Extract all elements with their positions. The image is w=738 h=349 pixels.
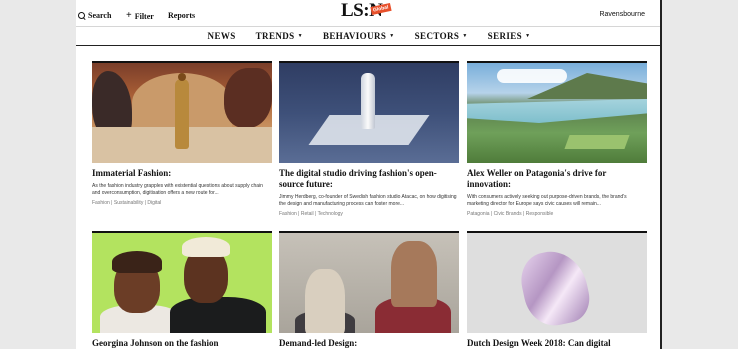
article-tags: Fashion | Sustainability | Digital — [92, 200, 162, 206]
top-bar: Search + Filter Reports LS:N Global Rave… — [76, 0, 662, 28]
nav-item-series[interactable]: SERIES ▼ — [488, 31, 531, 41]
filter-label: Filter — [134, 11, 154, 21]
article-card[interactable]: Georgina Johnson on the fashion — [92, 231, 272, 349]
nav-item-trends[interactable]: TRENDS ▼ — [256, 31, 303, 41]
reports-link[interactable]: Reports — [168, 11, 195, 20]
chevron-down-icon: ▼ — [389, 33, 395, 39]
plus-icon: + — [126, 10, 132, 21]
nav-item-behaviours[interactable]: BEHAVIOURS ▼ — [323, 31, 395, 41]
article-tags: Patagonia | Civic Brands | Responsible — [467, 211, 554, 217]
article-card[interactable]: The digital studio driving fashion's ope… — [279, 61, 459, 217]
reports-label: Reports — [168, 11, 196, 20]
article-image[interactable] — [467, 231, 647, 333]
article-image[interactable] — [279, 61, 459, 163]
article-title[interactable]: Immaterial Fashion: — [92, 168, 272, 179]
article-title[interactable]: Georgina Johnson on the fashion — [92, 338, 272, 349]
search-icon — [78, 12, 85, 19]
article-card[interactable]: Alex Weller on Patagonia's drive for inn… — [467, 61, 647, 217]
search-label: Search — [88, 11, 112, 20]
article-image[interactable] — [92, 61, 272, 163]
nav-item-news[interactable]: NEWS — [208, 31, 236, 41]
article-image[interactable] — [92, 231, 272, 333]
article-card[interactable]: Demand-led Design: — [279, 231, 459, 349]
article-card[interactable]: Immaterial Fashion: As the fashion indus… — [92, 61, 272, 206]
main-nav: NEWS TRENDS ▼ BEHAVIOURS ▼ SECTORS ▼ SER… — [76, 26, 662, 46]
article-image[interactable] — [467, 61, 647, 163]
page-content: Search + Filter Reports LS:N Global Rave… — [76, 0, 662, 349]
article-description: With consumers actively seeking out purp… — [467, 194, 627, 207]
article-title[interactable]: Demand-led Design: — [279, 338, 459, 349]
chevron-down-icon: ▼ — [297, 33, 303, 39]
nav-item-label: NEWS — [207, 31, 236, 41]
article-description: As the fashion industry grapples with ex… — [92, 183, 263, 196]
article-tags: Fashion | Retail | Technology — [279, 211, 343, 217]
site-logo[interactable]: LS:N Global — [341, 1, 392, 21]
chevron-down-icon: ▼ — [462, 33, 468, 39]
nav-item-label: SERIES — [487, 31, 523, 41]
article-image[interactable] — [279, 231, 459, 333]
article-title[interactable]: Dutch Design Week 2018: Can digital — [467, 338, 647, 349]
article-title[interactable]: The digital studio driving fashion's ope… — [279, 168, 459, 190]
page-edge — [660, 0, 662, 349]
article-description: Jimmy Herdberg, co-founder of Swedish fa… — [279, 194, 457, 207]
filter-button[interactable]: + Filter — [126, 11, 154, 21]
nav-item-sectors[interactable]: SECTORS ▼ — [415, 31, 468, 41]
article-card[interactable]: Dutch Design Week 2018: Can digital — [467, 231, 647, 349]
nav-item-label: BEHAVIOURS — [322, 31, 387, 41]
search-button[interactable]: Search — [78, 11, 111, 20]
article-title[interactable]: Alex Weller on Patagonia's drive for inn… — [467, 168, 647, 190]
nav-item-label: TRENDS — [255, 31, 295, 41]
account-link[interactable]: Ravensbourne — [599, 11, 645, 18]
chevron-down-icon: ▼ — [525, 33, 531, 39]
nav-item-label: SECTORS — [414, 31, 460, 41]
